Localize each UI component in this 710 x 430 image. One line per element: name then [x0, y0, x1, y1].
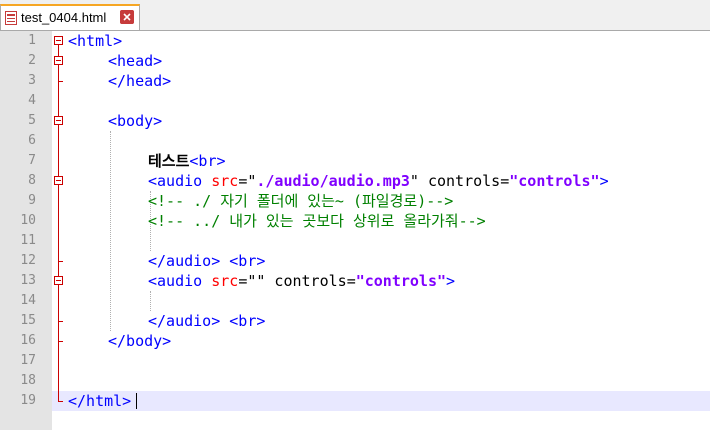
- line-number: 10: [20, 213, 36, 228]
- fold-end-body: [58, 341, 63, 342]
- line-number: 6: [28, 133, 36, 148]
- fold-end-html: [58, 401, 63, 402]
- tab-test-0404-html[interactable]: test_0404.html: [0, 4, 140, 30]
- code-line-5: <body>: [108, 111, 162, 131]
- text-caret: [136, 393, 137, 409]
- line-number: 16: [20, 333, 36, 348]
- fold-range-html: [58, 45, 59, 401]
- equals-sign: =: [500, 172, 510, 190]
- tag-close-bracket: >: [446, 272, 456, 290]
- equals-sign: =: [238, 172, 248, 190]
- line-number: 14: [20, 293, 36, 308]
- code-line-19: </html>: [68, 391, 131, 411]
- line-number: 9: [28, 193, 36, 208]
- tab-label: test_0404.html: [21, 10, 107, 25]
- tab-bar: test_0404.html: [0, 0, 710, 31]
- audio-close-tag: </audio>: [148, 312, 221, 330]
- line-number: 5: [28, 113, 36, 128]
- line-number: 15: [20, 313, 36, 328]
- line-number: 3: [28, 73, 36, 88]
- audio-open-tag: <audio: [148, 172, 203, 190]
- code-line-13: <audio src="" controls="controls">: [148, 271, 455, 291]
- fold-end-audio-1: [58, 261, 63, 262]
- code-line-1: <html>: [68, 31, 122, 51]
- src-attribute: src: [211, 172, 239, 190]
- line-number: 18: [20, 373, 36, 388]
- body-open-tag: <body>: [108, 112, 163, 130]
- line-number: 7: [28, 153, 36, 168]
- src-attribute: src: [211, 272, 239, 290]
- equals-sign: =: [238, 272, 248, 290]
- fold-end-audio-2: [58, 321, 63, 322]
- comment: <!-- ../ 내가 있는 곳보다 상위로 올라가줘-->: [148, 212, 486, 230]
- fold-margin: [52, 31, 66, 430]
- code-line-15: </audio> <br>: [148, 311, 265, 331]
- controls-value: "controls": [509, 172, 600, 190]
- controls-attribute: controls: [265, 272, 347, 290]
- code-line-9: <!-- ./ 자기 폴더에 있는~ (파일경로)-->: [148, 191, 453, 211]
- comment: <!-- ./ 자기 폴더에 있는~ (파일경로)-->: [148, 192, 454, 210]
- br-tag: <br>: [189, 152, 226, 170]
- quote-mark: ": [409, 172, 419, 190]
- fold-end-head: [58, 81, 63, 82]
- indent-guide: [110, 131, 111, 331]
- equals-sign: =: [346, 272, 356, 290]
- src-value-empty: "": [247, 272, 266, 290]
- html-close-tag: </html>: [68, 392, 132, 410]
- br-tag: <br>: [229, 252, 266, 270]
- html-file-icon: [5, 11, 17, 25]
- line-number: 17: [20, 353, 36, 368]
- line-number: 4: [28, 93, 36, 108]
- code-line-8: <audio src="./audio/audio.mp3" controls=…: [148, 171, 609, 191]
- body-text: 테스트: [148, 152, 190, 170]
- code-line-10: <!-- ../ 내가 있는 곳보다 상위로 올라가줘-->: [148, 211, 486, 231]
- head-close-tag: </head>: [108, 72, 172, 90]
- line-number: 2: [28, 53, 36, 68]
- indent-guide: [150, 291, 151, 311]
- controls-value: "controls": [355, 272, 447, 290]
- line-number: 8: [28, 173, 36, 188]
- code-line-3: </head>: [108, 71, 171, 91]
- src-value: ./audio/audio.mp3: [256, 172, 410, 190]
- close-icon[interactable]: [120, 10, 134, 24]
- fold-toggle-html[interactable]: [54, 36, 63, 45]
- head-open-tag: <head>: [108, 52, 163, 70]
- controls-attribute: controls: [418, 172, 501, 190]
- audio-open-tag: <audio: [148, 272, 203, 290]
- line-number: 13: [20, 273, 36, 288]
- line-number: 1: [28, 33, 36, 48]
- line-number: 12: [20, 253, 36, 268]
- line-number: 11: [20, 233, 36, 248]
- fold-toggle-head[interactable]: [54, 56, 63, 65]
- code-line-2: <head>: [108, 51, 162, 71]
- code-line-7: 테스트<br>: [148, 151, 226, 171]
- code-line-16: </body>: [108, 331, 171, 351]
- tag-close-bracket: >: [599, 172, 609, 190]
- html-open-tag: <html>: [68, 32, 123, 50]
- body-close-tag: </body>: [108, 332, 172, 350]
- fold-toggle-audio-1[interactable]: [54, 176, 63, 185]
- code-line-12: </audio> <br>: [148, 251, 265, 271]
- audio-close-tag: </audio>: [148, 252, 221, 270]
- current-line-highlight: [52, 391, 710, 411]
- fold-toggle-audio-2[interactable]: [54, 276, 63, 285]
- fold-toggle-body[interactable]: [54, 116, 63, 125]
- br-tag: <br>: [229, 312, 266, 330]
- line-number: 19: [20, 393, 36, 408]
